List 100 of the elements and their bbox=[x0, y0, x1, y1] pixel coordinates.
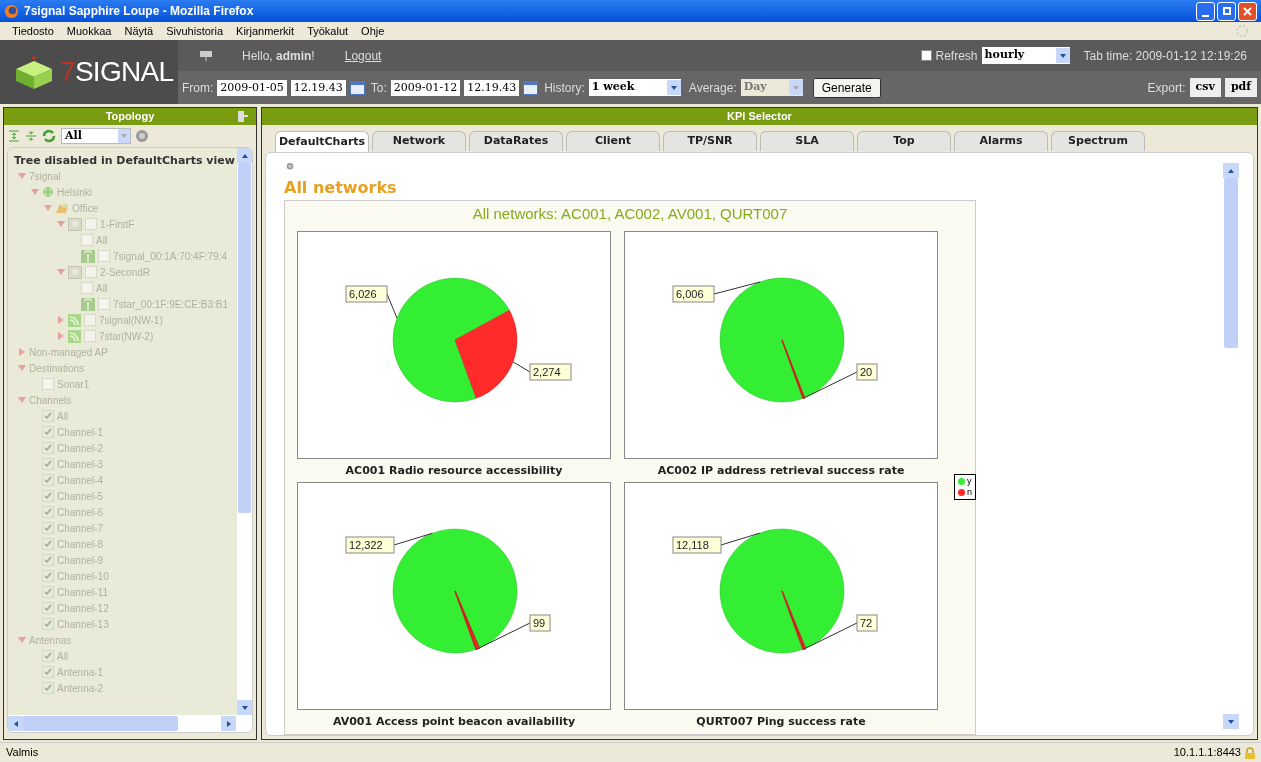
tree-item-label[interactable]: 2-SecondR bbox=[100, 264, 151, 280]
menu-item[interactable]: Ohje bbox=[361, 22, 385, 40]
tab[interactable]: DataRates bbox=[469, 131, 563, 151]
generate-button[interactable]: Generate bbox=[812, 77, 881, 98]
expand-arrow-icon[interactable] bbox=[57, 316, 65, 324]
tab[interactable]: TP/SNR bbox=[663, 131, 757, 151]
tree-item-label[interactable]: 1-FirstF bbox=[100, 216, 135, 232]
expand-arrow-icon[interactable] bbox=[18, 636, 26, 644]
date-field[interactable]: 2009-01-12 bbox=[390, 79, 461, 96]
tree-item-label[interactable]: 7star_00:1F:9E:CE:B3:B1 bbox=[113, 296, 229, 312]
help-icon[interactable] bbox=[136, 130, 148, 142]
tree-item-label[interactable]: All bbox=[57, 648, 69, 664]
expand-arrow-icon[interactable] bbox=[18, 348, 26, 356]
tree-item-label[interactable]: Antenna-2 bbox=[57, 680, 104, 696]
logout-link[interactable]: Logout bbox=[344, 46, 382, 65]
tab[interactable]: Client bbox=[566, 131, 660, 151]
tree-item-label[interactable]: 7signal bbox=[29, 168, 61, 184]
data-label: 12,322 bbox=[349, 538, 383, 551]
tab[interactable]: Spectrum bbox=[1051, 131, 1145, 151]
expand-arrow-icon[interactable] bbox=[18, 172, 26, 180]
checkbox[interactable] bbox=[920, 50, 932, 61]
data-label: 72 bbox=[860, 616, 873, 629]
history-label: History: bbox=[544, 79, 585, 97]
tree-item-label[interactable]: Channel-4 bbox=[57, 472, 104, 488]
expand-arrow-icon[interactable] bbox=[57, 220, 65, 228]
data-label: 6,026 bbox=[349, 288, 377, 300]
tree-item-label[interactable]: Channel-9 bbox=[57, 552, 104, 568]
tree-item-label[interactable]: Antenna-1 bbox=[57, 664, 104, 680]
tree-item-label[interactable]: Destinations bbox=[29, 360, 85, 376]
tree-item-label[interactable]: Channel-8 bbox=[57, 536, 104, 552]
refresh-icon[interactable] bbox=[42, 129, 56, 143]
leader-line bbox=[803, 371, 858, 399]
tree-item-label[interactable]: Channel-12 bbox=[57, 600, 109, 616]
leader-line bbox=[477, 622, 531, 649]
menu-item[interactable]: Tiedosto bbox=[12, 22, 54, 40]
time-field[interactable]: 12.19.43 bbox=[464, 79, 520, 96]
tree-item-label[interactable]: Channel-7 bbox=[57, 520, 104, 536]
tree-item-label[interactable]: All bbox=[96, 232, 108, 248]
antenna-icon bbox=[81, 297, 95, 311]
expand-arrow-icon[interactable] bbox=[57, 332, 65, 340]
tree-item-label[interactable]: 7signal_00:1A:70:4F:79:4 bbox=[113, 248, 227, 264]
tree-item-label[interactable]: Channel-6 bbox=[57, 504, 104, 520]
menu-item[interactable]: Näytä bbox=[124, 22, 154, 40]
tab[interactable]: Alarms bbox=[954, 131, 1048, 151]
tree-item-label[interactable]: Channel-3 bbox=[57, 456, 104, 472]
tree-item-label[interactable]: Channel-13 bbox=[57, 616, 109, 632]
tree-item-label[interactable]: Channel-10 bbox=[57, 568, 109, 584]
expand-arrow-icon[interactable] bbox=[31, 188, 39, 196]
tree-item-label[interactable]: Sonar1 bbox=[57, 376, 90, 392]
collapse-icon[interactable] bbox=[238, 111, 248, 122]
expand-all-icon[interactable] bbox=[8, 130, 20, 142]
tree-item-label[interactable]: Office bbox=[72, 200, 98, 216]
tree-item-label[interactable]: All bbox=[96, 280, 108, 296]
minimize-button[interactable] bbox=[1196, 1, 1215, 21]
export-button[interactable]: csv bbox=[1189, 78, 1221, 97]
tree-item-label[interactable]: Channels bbox=[29, 392, 72, 408]
date-field[interactable]: 2009-01-05 bbox=[217, 79, 287, 96]
menu-item[interactable]: Työkalut bbox=[307, 22, 349, 40]
menu-item[interactable]: Muokkaa bbox=[66, 22, 112, 40]
tab[interactable]: Top bbox=[857, 131, 951, 151]
tree-item-label[interactable]: All bbox=[57, 408, 69, 424]
export-button[interactable]: pdf bbox=[1224, 78, 1257, 97]
average-label: Average: bbox=[688, 79, 737, 97]
data-label: 2,274 bbox=[529, 363, 572, 381]
tree-item-label[interactable]: Channel-2 bbox=[57, 440, 104, 456]
chart-title: QURT007 Ping success rate bbox=[696, 713, 866, 730]
refresh-label: Refresh bbox=[935, 47, 978, 65]
tree-item-label[interactable]: 7signal(NW-1) bbox=[99, 312, 163, 328]
scrollbar-thumb[interactable] bbox=[23, 716, 178, 731]
menu-item[interactable]: Kirjanmerkit bbox=[236, 22, 295, 40]
help-icon[interactable] bbox=[284, 163, 296, 170]
tree-item-label[interactable]: Antennas bbox=[29, 632, 72, 648]
browser-icon bbox=[4, 3, 19, 19]
tree-item-label[interactable]: Channel-5 bbox=[57, 488, 104, 504]
expand-arrow-icon[interactable] bbox=[57, 268, 65, 276]
panel-title: Topology bbox=[105, 109, 155, 125]
tab[interactable]: SLA bbox=[760, 131, 854, 151]
time-field[interactable]: 12.19.43 bbox=[290, 79, 346, 96]
expand-arrow-icon[interactable] bbox=[18, 364, 26, 372]
tree-item-label[interactable]: Channel-11 bbox=[57, 584, 108, 600]
export-label: Export: bbox=[1147, 79, 1186, 97]
menu-item[interactable]: Sivuhistoria bbox=[166, 22, 224, 40]
expand-arrow-icon[interactable] bbox=[18, 396, 26, 404]
antenna-icon bbox=[81, 249, 95, 263]
tab[interactable]: DefaultCharts bbox=[275, 131, 369, 152]
tree-item-label[interactable]: Channel-1 bbox=[57, 424, 104, 440]
restore-button[interactable] bbox=[1217, 1, 1236, 21]
calendar-icon[interactable] bbox=[523, 80, 539, 95]
tree-item-label[interactable]: 7star(NW-2) bbox=[99, 328, 154, 344]
tree-item-label[interactable]: Non-managed AP bbox=[29, 344, 108, 360]
tree-item-label[interactable]: Helsinki bbox=[57, 184, 92, 200]
scrollbar-thumb[interactable] bbox=[238, 163, 251, 513]
calendar-icon[interactable] bbox=[349, 80, 365, 95]
expand-arrow-icon[interactable] bbox=[44, 204, 52, 212]
close-button[interactable] bbox=[1238, 1, 1257, 21]
chart-title: AC001 Radio resource accessibility bbox=[345, 463, 563, 479]
collapse-all-icon[interactable] bbox=[25, 130, 37, 142]
scrollbar-thumb[interactable] bbox=[1224, 178, 1238, 348]
tab[interactable]: Network bbox=[372, 131, 466, 151]
lock-icon bbox=[1245, 746, 1255, 759]
